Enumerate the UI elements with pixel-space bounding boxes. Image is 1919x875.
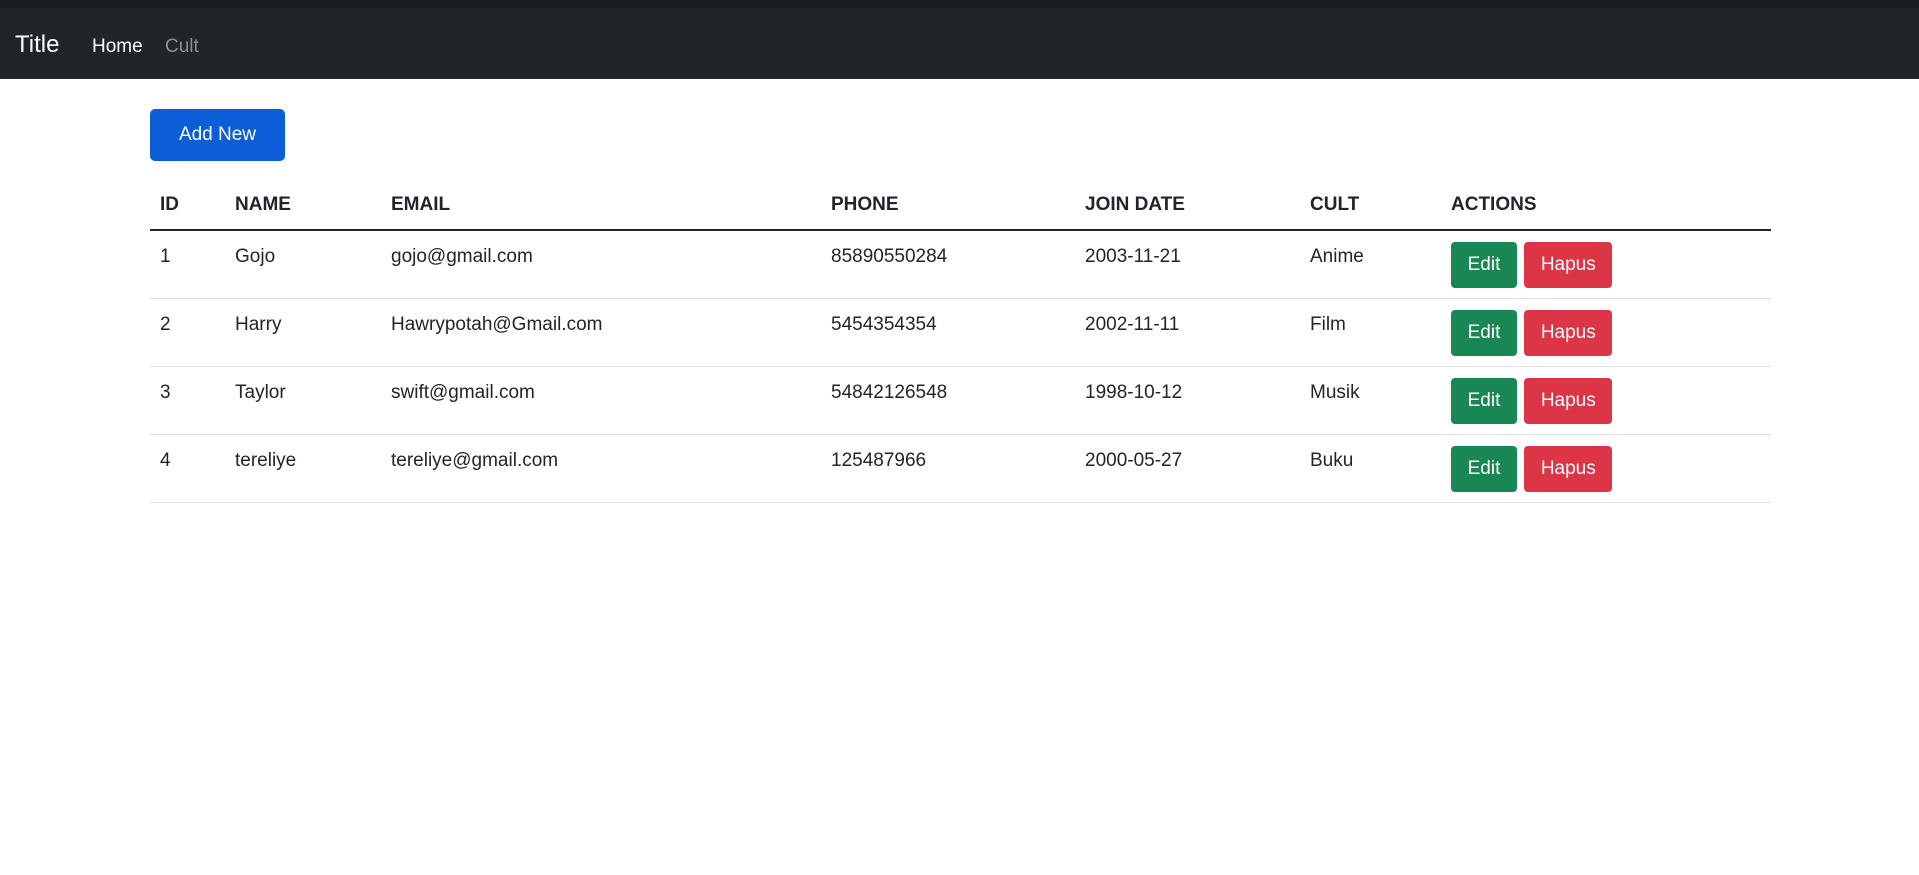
table-row: 3 Taylor swift@gmail.com 54842126548 199… bbox=[150, 366, 1771, 435]
cell-phone: 54842126548 bbox=[821, 366, 1075, 435]
cell-name: Harry bbox=[225, 298, 381, 367]
cell-actions: Edit Hapus bbox=[1441, 298, 1771, 367]
delete-button[interactable]: Hapus bbox=[1524, 445, 1613, 492]
edit-button[interactable]: Edit bbox=[1451, 377, 1517, 424]
cell-email: tereliye@gmail.com bbox=[381, 434, 821, 503]
cell-join-date: 1998-10-12 bbox=[1075, 366, 1300, 435]
delete-button[interactable]: Hapus bbox=[1524, 309, 1613, 356]
header-actions: ACTIONS bbox=[1441, 180, 1771, 231]
cell-join-date: 2000-05-27 bbox=[1075, 434, 1300, 503]
cell-join-date: 2002-11-11 bbox=[1075, 298, 1300, 367]
cell-actions: Edit Hapus bbox=[1441, 230, 1771, 299]
cell-email: swift@gmail.com bbox=[381, 366, 821, 435]
header-name: NAME bbox=[225, 180, 381, 231]
cell-cult: Musik bbox=[1300, 366, 1441, 435]
table-row: 2 Harry Hawrypotah@Gmail.com 5454354354 … bbox=[150, 298, 1771, 367]
cell-id: 2 bbox=[150, 298, 225, 367]
cell-name: Gojo bbox=[225, 230, 381, 299]
header-email: EMAIL bbox=[381, 180, 821, 231]
delete-button[interactable]: Hapus bbox=[1524, 242, 1613, 288]
navbar-brand[interactable]: Title bbox=[15, 30, 59, 60]
table-header: ID NAME EMAIL PHONE JOIN DATE CULT ACTIO… bbox=[150, 180, 1771, 231]
cell-join-date: 2003-11-21 bbox=[1075, 230, 1300, 299]
cell-name: Taylor bbox=[225, 366, 381, 435]
edit-button[interactable]: Edit bbox=[1451, 445, 1517, 492]
table-row: 4 tereliye tereliye@gmail.com 125487966 … bbox=[150, 434, 1771, 503]
cell-id: 1 bbox=[150, 230, 225, 299]
cell-actions: Edit Hapus bbox=[1441, 434, 1771, 503]
edit-button[interactable]: Edit bbox=[1451, 242, 1517, 288]
delete-button[interactable]: Hapus bbox=[1524, 377, 1613, 424]
table-row: 1 Gojo gojo@gmail.com 85890550284 2003-1… bbox=[150, 230, 1771, 299]
header-join-date: JOIN DATE bbox=[1075, 180, 1300, 231]
cell-name: tereliye bbox=[225, 434, 381, 503]
cell-actions: Edit Hapus bbox=[1441, 366, 1771, 435]
cell-id: 4 bbox=[150, 434, 225, 503]
cell-phone: 125487966 bbox=[821, 434, 1075, 503]
cell-phone: 5454354354 bbox=[821, 298, 1075, 367]
cell-cult: Buku bbox=[1300, 434, 1441, 503]
header-cult: CULT bbox=[1300, 180, 1441, 231]
header-id: ID bbox=[150, 180, 225, 231]
cell-email: Hawrypotah@Gmail.com bbox=[381, 298, 821, 367]
header-phone: PHONE bbox=[821, 180, 1075, 231]
nav-link-cult[interactable]: Cult bbox=[165, 35, 199, 59]
cell-id: 3 bbox=[150, 366, 225, 435]
cell-cult: Film bbox=[1300, 298, 1441, 367]
nav-link-home[interactable]: Home bbox=[92, 35, 143, 59]
cell-cult: Anime bbox=[1300, 230, 1441, 299]
add-new-button[interactable]: Add New bbox=[150, 109, 285, 161]
members-table: ID NAME EMAIL PHONE JOIN DATE CULT ACTIO… bbox=[150, 180, 1771, 503]
cell-email: gojo@gmail.com bbox=[381, 230, 821, 299]
table-header-row: ID NAME EMAIL PHONE JOIN DATE CULT ACTIO… bbox=[150, 180, 1771, 231]
table-body: 1 Gojo gojo@gmail.com 85890550284 2003-1… bbox=[150, 230, 1771, 503]
edit-button[interactable]: Edit bbox=[1451, 309, 1517, 356]
cell-phone: 85890550284 bbox=[821, 230, 1075, 299]
navbar: Title Home Cult bbox=[0, 0, 1919, 79]
